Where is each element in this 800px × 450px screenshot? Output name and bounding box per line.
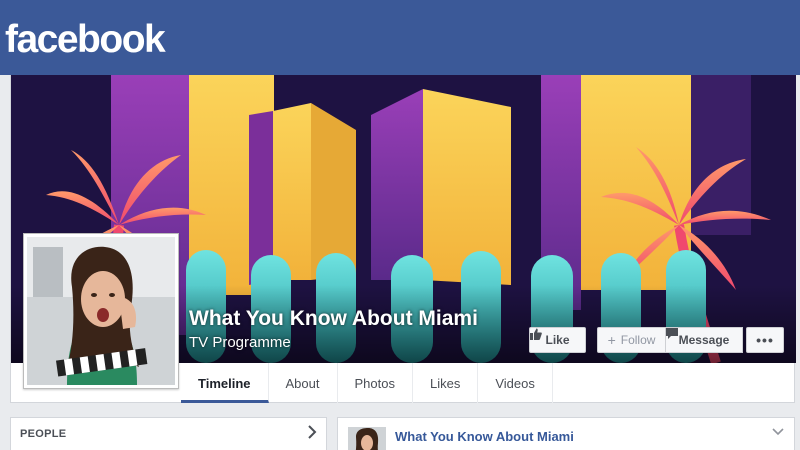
profile-picture[interactable] <box>23 233 179 389</box>
thumbs-up-icon <box>530 328 542 340</box>
post-card: What You Know About Miami <box>337 417 795 450</box>
follow-label: Follow <box>620 333 656 347</box>
post-author-name[interactable]: What You Know About Miami <box>395 429 574 444</box>
facebook-header: facebook <box>0 0 800 75</box>
message-label: Message <box>678 333 730 347</box>
follow-button[interactable]: + Follow <box>597 327 665 353</box>
building-shape <box>691 75 751 235</box>
plus-icon: + <box>607 332 616 348</box>
chevron-down-icon[interactable] <box>772 424 784 439</box>
chevron-right-icon[interactable] <box>307 425 317 444</box>
message-button[interactable]: Message <box>665 327 743 353</box>
tab-photos[interactable]: Photos <box>338 363 413 403</box>
tab-likes[interactable]: Likes <box>413 363 479 403</box>
tab-timeline[interactable]: Timeline <box>181 363 269 403</box>
more-options-button[interactable]: ••• <box>746 327 784 353</box>
like-label: Like <box>545 333 570 347</box>
like-button[interactable]: Like <box>529 327 586 353</box>
building-shape <box>423 89 511 285</box>
post-author-avatar[interactable] <box>348 427 386 450</box>
building-shape <box>273 103 311 280</box>
page-name[interactable]: What You Know About Miami <box>189 307 478 331</box>
speech-bubble-icon <box>666 328 678 339</box>
tab-videos[interactable]: Videos <box>478 363 553 403</box>
people-section[interactable]: PEOPLE <box>10 417 327 450</box>
people-title: PEOPLE <box>20 428 67 440</box>
profile-photo-image <box>27 237 175 385</box>
page-category[interactable]: TV Programme <box>189 334 291 351</box>
profile-tabs: Timeline About Photos Likes Videos <box>181 363 553 403</box>
tab-about[interactable]: About <box>269 363 338 403</box>
building-shape <box>371 89 423 280</box>
facebook-logo[interactable]: facebook <box>5 16 166 64</box>
profile-card: What You Know About Miami TV Programme L… <box>10 75 796 403</box>
